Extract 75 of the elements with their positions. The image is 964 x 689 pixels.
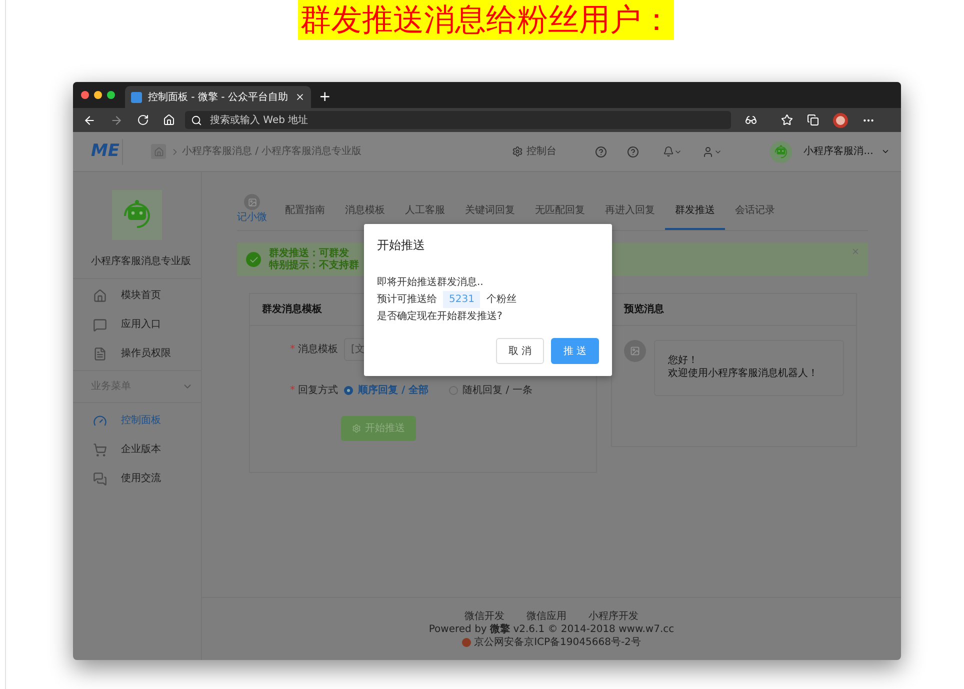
comments-icon bbox=[93, 472, 107, 486]
dialog-text: 即将开始推送群发消息.. bbox=[377, 276, 484, 290]
icp-text: 京公网安备京ICP备19045668号-2号 bbox=[474, 636, 641, 649]
sidebar-item[interactable]: 操作员权限 bbox=[73, 339, 201, 368]
app-name: 小程序客服消息专业版 bbox=[73, 254, 201, 279]
sidebar-item[interactable]: 使用交流 bbox=[73, 464, 201, 493]
account-menu[interactable]: 小程序客服消... bbox=[804, 144, 890, 159]
home-icon[interactable] bbox=[163, 114, 175, 126]
chat-icon bbox=[93, 318, 107, 332]
breadcrumb: 小程序客服消息 / 小程序客服消息专业版 bbox=[182, 144, 362, 159]
notifications-menu[interactable] bbox=[662, 146, 682, 157]
document-icon bbox=[93, 346, 107, 360]
dialog-text: 预计可推送给 bbox=[377, 292, 437, 307]
sidebar-item[interactable]: 控制面板 bbox=[73, 406, 201, 435]
favicon-icon bbox=[131, 92, 142, 102]
home-icon bbox=[93, 288, 107, 302]
dialog-text: 是否确定现在开始群发推送? bbox=[377, 310, 504, 324]
sidebar-item[interactable]: 应用入口 bbox=[73, 310, 201, 339]
tab[interactable]: 群发推送 bbox=[665, 203, 725, 230]
gear-icon bbox=[512, 146, 523, 157]
footer-link[interactable]: 微信应用 bbox=[526, 610, 566, 623]
tab[interactable]: 配置指南 bbox=[275, 203, 335, 230]
tab[interactable]: 会话记录 bbox=[725, 203, 785, 230]
dialog-title: 开始推送 bbox=[377, 237, 426, 254]
radio-option[interactable]: 顺序回复 / 全部 bbox=[344, 382, 429, 398]
message-text: 欢迎使用小程序客服消息机器人！ bbox=[668, 367, 819, 380]
sidebar-item[interactable]: 模块首页 bbox=[73, 281, 201, 310]
required-mark: * bbox=[290, 384, 295, 398]
robot-icon bbox=[772, 144, 789, 160]
new-tab-button[interactable]: + bbox=[311, 86, 339, 108]
avatar-icon bbox=[624, 340, 646, 362]
check-icon bbox=[246, 252, 261, 267]
field-label: 回复方式 bbox=[298, 384, 338, 398]
caret-icon bbox=[881, 147, 890, 156]
gear-icon bbox=[352, 424, 361, 433]
dialog-text: 个粉丝 bbox=[486, 292, 516, 307]
powered-by: Powered by 微擎 v2.6.1 © 2014-2018 www.w7.cc bbox=[428, 623, 674, 636]
console-link[interactable]: 控制台 bbox=[512, 144, 557, 159]
confirm-button[interactable]: 推 送 bbox=[551, 338, 599, 364]
emblem-icon bbox=[462, 638, 472, 647]
reload-icon[interactable] bbox=[137, 114, 149, 126]
footer-link[interactable]: 小程序开发 bbox=[588, 610, 638, 623]
site-logo[interactable]: ME bbox=[91, 143, 120, 160]
alert-text: 特别提示：不支持群 bbox=[269, 260, 359, 272]
user-icon bbox=[702, 146, 714, 158]
cart-icon bbox=[93, 442, 107, 456]
reader-icon[interactable] bbox=[745, 114, 757, 126]
address-bar[interactable]: 搜索或输入 Web 地址 bbox=[185, 111, 731, 129]
badge-label: 记小微 bbox=[237, 210, 267, 225]
radio-option[interactable]: 随机回复 / 一条 bbox=[448, 382, 532, 398]
help-icon[interactable] bbox=[594, 146, 607, 158]
browser-tab[interactable]: 控制面板 - 微擎 - 公众平台自助 bbox=[125, 86, 311, 108]
profile-avatar[interactable] bbox=[833, 112, 848, 128]
help-icon[interactable] bbox=[626, 146, 639, 158]
user-menu[interactable] bbox=[702, 146, 722, 158]
field-label: 消息模板 bbox=[298, 342, 338, 356]
sidebar-item[interactable]: 企业版本 bbox=[73, 435, 201, 464]
back-icon[interactable] bbox=[83, 114, 96, 126]
footer-link[interactable]: 微信开发 bbox=[464, 610, 504, 623]
home-icon-tile[interactable] bbox=[151, 144, 166, 159]
close-icon[interactable] bbox=[295, 92, 305, 102]
gauge-icon bbox=[93, 414, 107, 428]
required-mark: * bbox=[290, 342, 295, 356]
page-title: 群发推送消息给粉丝用户： bbox=[298, 0, 674, 40]
cancel-button[interactable]: 取 消 bbox=[496, 338, 544, 364]
count-badge: 5231 bbox=[443, 291, 480, 308]
bell-icon bbox=[662, 146, 674, 157]
message-text: 您好！ bbox=[668, 354, 699, 367]
collections-icon[interactable] bbox=[807, 114, 819, 126]
badge-icon bbox=[244, 194, 260, 210]
forward-icon[interactable] bbox=[110, 114, 123, 126]
search-icon bbox=[191, 114, 202, 126]
tab[interactable]: 再进入回复 bbox=[595, 203, 665, 230]
alert-text: 群发推送：可群发 bbox=[269, 248, 350, 260]
favorites-icon[interactable] bbox=[781, 114, 793, 126]
